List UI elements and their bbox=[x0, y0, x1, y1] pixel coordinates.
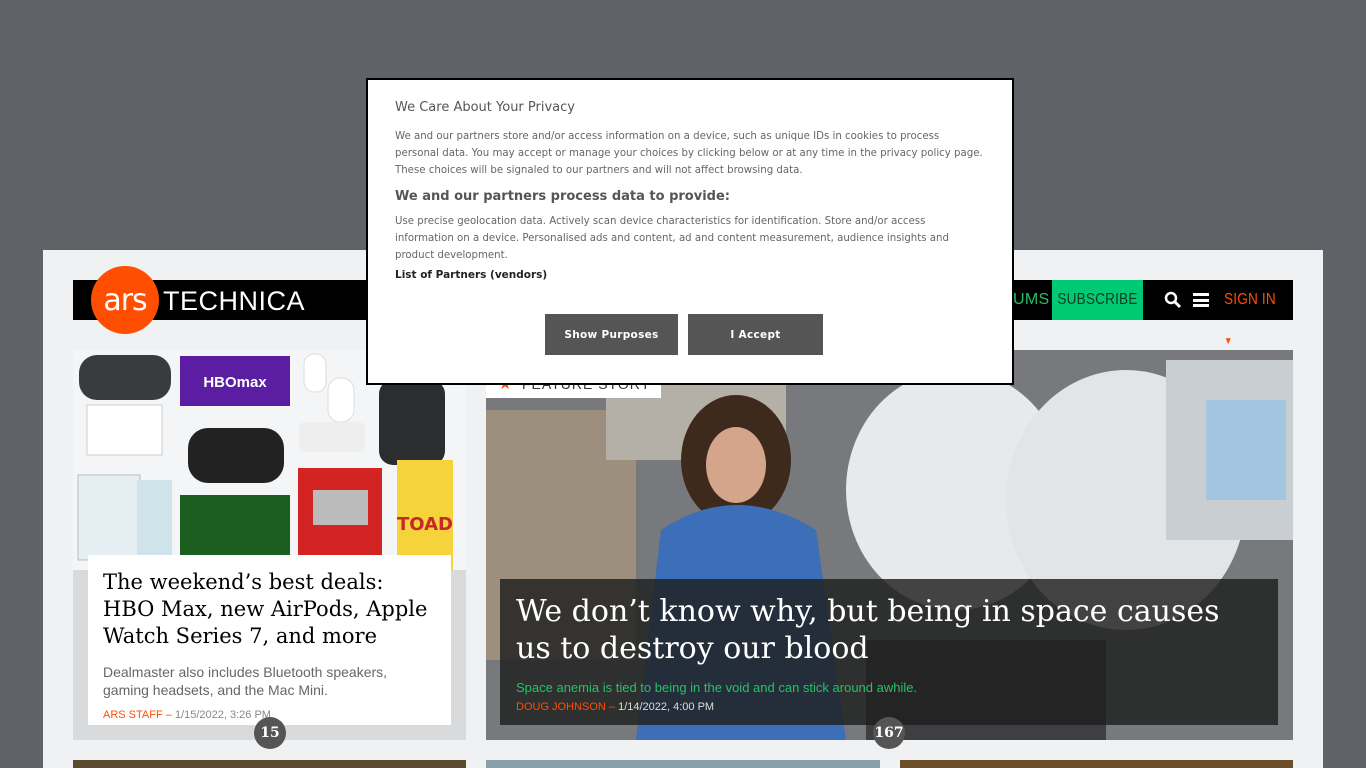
logo-wordmark: TECHNICA bbox=[163, 285, 306, 316]
privacy-consent-dialog: We Care About Your Privacy We and our pa… bbox=[366, 78, 1014, 385]
sign-in-button[interactable]: SIGN IN ▼ bbox=[1224, 280, 1283, 347]
logo-circle: ars bbox=[91, 266, 159, 334]
svg-text:TOAD: TOAD bbox=[397, 514, 453, 535]
feature-article-text: We don’t know why, but being in space ca… bbox=[500, 579, 1278, 725]
byline-author[interactable]: DOUG JOHNSON bbox=[516, 701, 606, 713]
feature-headline[interactable]: We don’t know why, but being in space ca… bbox=[516, 593, 1262, 667]
article-excerpt: Dealmaster also includes Bluetooth speak… bbox=[103, 664, 388, 698]
show-purposes-button[interactable]: Show Purposes bbox=[545, 314, 678, 355]
article-headline[interactable]: The weekend’s best deals: HBO Max, new A… bbox=[103, 569, 436, 650]
feature-byline: DOUG JOHNSON – 1/14/2022, 4:00 PM bbox=[516, 701, 1262, 713]
sign-in-label: SIGN IN bbox=[1224, 291, 1276, 308]
ars-technica-logo[interactable]: ars TECHNICA bbox=[91, 266, 305, 334]
search-icon[interactable] bbox=[1164, 291, 1182, 309]
privacy-dialog-buttons: Show Purposes I Accept bbox=[545, 314, 823, 355]
byline-separator: – bbox=[162, 709, 175, 721]
byline-author[interactable]: ARS STAFF bbox=[103, 709, 163, 721]
svg-text:HBOmax: HBOmax bbox=[203, 374, 267, 391]
deal-article-card[interactable]: HBOmax TOAD The weekend’s best deals: HB… bbox=[73, 350, 466, 740]
byline-date: 1/14/2022, 4:00 PM bbox=[618, 701, 715, 713]
list-of-partners-link[interactable]: List of Partners (vendors) bbox=[395, 269, 985, 281]
deal-article-text: The weekend’s best deals: HBO Max, new A… bbox=[88, 555, 451, 725]
privacy-dialog-title: We Care About Your Privacy bbox=[395, 100, 575, 115]
comment-count-badge[interactable]: 167 bbox=[873, 717, 905, 749]
byline-separator: – bbox=[605, 701, 619, 713]
nav-forums-link[interactable]: UMS bbox=[1013, 280, 1049, 320]
comment-count-badge[interactable]: 15 bbox=[254, 717, 286, 749]
article-tile-thumbnail[interactable] bbox=[73, 760, 466, 768]
purposes-heading: We and our partners process data to prov… bbox=[395, 189, 730, 204]
purposes-text: Use precise geolocation data. Actively s… bbox=[395, 216, 949, 261]
feature-article-card[interactable]: ★ FEATURE STORY We don’t know why, but b… bbox=[486, 350, 1293, 740]
menu-icon[interactable] bbox=[1193, 293, 1209, 307]
accept-button[interactable]: I Accept bbox=[688, 314, 823, 355]
chevron-down-icon: ▼ bbox=[1224, 336, 1233, 347]
article-tile-thumbnail[interactable] bbox=[900, 760, 1293, 768]
subscribe-button[interactable]: SUBSCRIBE bbox=[1052, 280, 1143, 320]
privacy-intro-text: We and our partners store and/or access … bbox=[395, 131, 983, 176]
article-tile-thumbnail[interactable] bbox=[486, 760, 880, 768]
byline-date: 1/15/2022, 3:26 PM bbox=[174, 709, 271, 721]
feature-subtitle: Space anemia is tied to being in the voi… bbox=[516, 680, 918, 695]
